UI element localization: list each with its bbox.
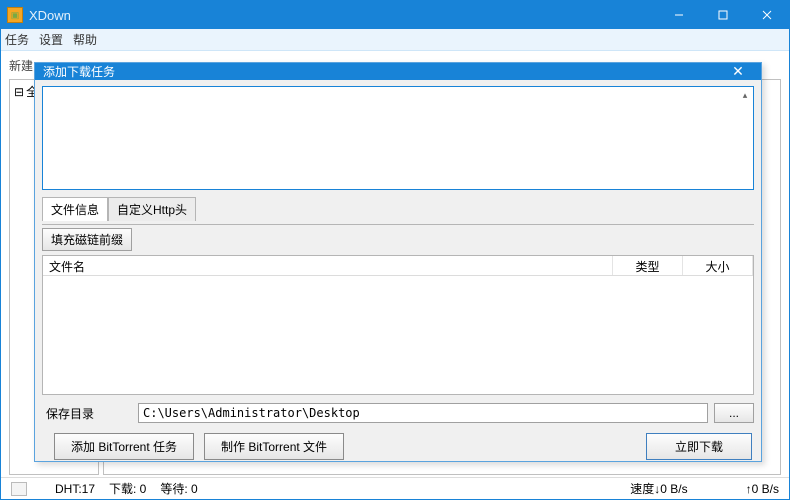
- status-waiting: 等待: 0: [160, 480, 197, 497]
- save-dir-row: 保存目录 ...: [42, 403, 754, 423]
- save-dir-label: 保存目录: [42, 405, 132, 422]
- status-upspeed: ↑0 B/s: [746, 482, 779, 496]
- status-speed: 速度↓0 B/s: [630, 480, 687, 497]
- dialog-actions: 添加 BitTorrent 任务 制作 BitTorrent 文件 立即下载: [42, 433, 754, 462]
- toolbar-new-label[interactable]: 新建: [9, 57, 33, 74]
- column-filename[interactable]: 文件名: [43, 256, 613, 275]
- textarea-scroll-up-icon[interactable]: ▴: [738, 88, 752, 102]
- app-icon: ▣: [7, 7, 23, 23]
- tab-custom-http[interactable]: 自定义Http头: [108, 197, 196, 221]
- maximize-button[interactable]: [701, 1, 745, 29]
- menu-task[interactable]: 任务: [5, 31, 29, 48]
- scroll-stub[interactable]: [11, 482, 27, 496]
- dialog-titlebar[interactable]: 添加下载任务 ✕: [35, 63, 761, 80]
- fill-magnet-prefix-button[interactable]: 填充磁链前缀: [42, 228, 132, 251]
- status-downloading: 下载: 0: [109, 480, 146, 497]
- dialog-close-button[interactable]: ✕: [723, 63, 753, 80]
- url-input-box[interactable]: ▴: [42, 86, 754, 190]
- file-list-header: 文件名 类型 大小: [43, 256, 753, 276]
- column-type[interactable]: 类型: [613, 256, 683, 275]
- fill-magnet-row: 填充磁链前缀: [42, 224, 754, 251]
- tree-collapse-icon[interactable]: ⊟: [14, 85, 24, 99]
- tab-file-info[interactable]: 文件信息: [42, 197, 108, 221]
- minimize-button[interactable]: [657, 1, 701, 29]
- close-button[interactable]: [745, 1, 789, 29]
- dialog-body: ▴ 文件信息 自定义Http头 填充磁链前缀 文件名 类型 大小 保存目录 ..…: [35, 80, 761, 470]
- titlebar: ▣ XDown: [1, 1, 789, 29]
- add-bittorrent-task-button[interactable]: 添加 BitTorrent 任务: [54, 433, 194, 460]
- statusbar: DHT:17 下载: 0 等待: 0 速度↓0 B/s ↑0 B/s: [1, 477, 789, 499]
- file-list: 文件名 类型 大小: [42, 255, 754, 395]
- browse-button[interactable]: ...: [714, 403, 754, 423]
- make-bittorrent-file-button[interactable]: 制作 BitTorrent 文件: [204, 433, 344, 460]
- add-task-dialog: 添加下载任务 ✕ ▴ 文件信息 自定义Http头 填充磁链前缀 文件名 类型 大…: [34, 62, 762, 462]
- save-dir-input[interactable]: [138, 403, 708, 423]
- menubar: 任务 设置 帮助: [1, 29, 789, 51]
- menu-help[interactable]: 帮助: [73, 31, 97, 48]
- dialog-tabs: 文件信息 自定义Http头: [42, 196, 754, 220]
- url-textarea[interactable]: [43, 87, 753, 189]
- dialog-title: 添加下载任务: [43, 63, 723, 80]
- download-now-button[interactable]: 立即下载: [646, 433, 752, 460]
- app-title: XDown: [29, 8, 657, 23]
- column-size[interactable]: 大小: [683, 256, 753, 275]
- status-dht: DHT:17: [55, 482, 95, 496]
- menu-settings[interactable]: 设置: [39, 31, 63, 48]
- window-controls: [657, 1, 789, 29]
